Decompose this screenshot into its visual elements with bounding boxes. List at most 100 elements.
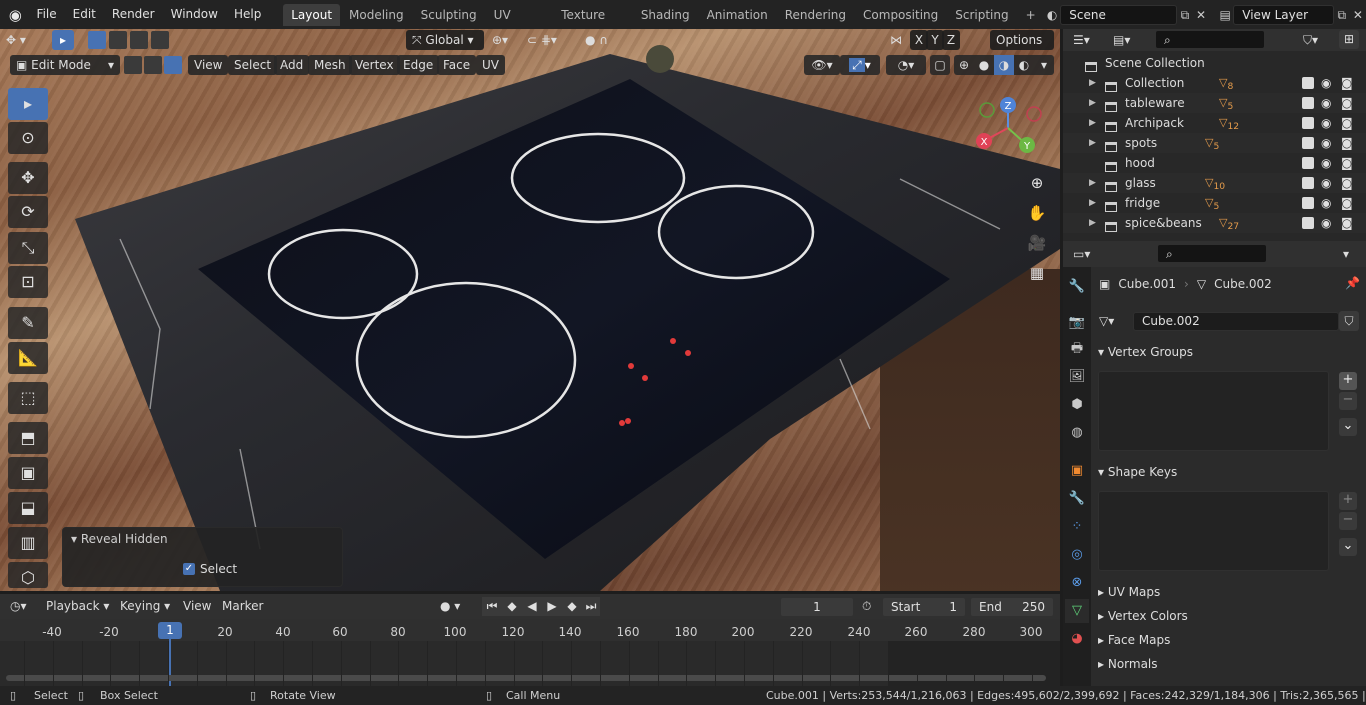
play-icon[interactable]: ▶ <box>542 597 562 616</box>
vertex-select-icon[interactable] <box>124 56 142 74</box>
overlay-toggle-icon[interactable]: ◔▾ <box>886 55 926 75</box>
zoom-icon[interactable]: ⊕ <box>1024 170 1050 196</box>
view-layer-icon[interactable]: ▤ <box>1217 5 1233 25</box>
vertex-groups-list[interactable] <box>1098 371 1329 451</box>
mirror-icon[interactable]: ⋈ <box>890 30 910 50</box>
eye-icon[interactable]: ◉ <box>1321 73 1331 93</box>
tab-shading[interactable]: Shading <box>633 4 698 26</box>
rendered-shading-icon[interactable]: ◐ <box>1014 55 1034 75</box>
tab-compositing[interactable]: Compositing <box>855 4 946 26</box>
modifier-tab-icon[interactable]: 🔧 <box>1065 487 1089 511</box>
wireframe-shading-icon[interactable]: ⊕ <box>954 55 974 75</box>
expand-arrow-icon[interactable]: ▶ <box>1089 93 1096 113</box>
edge-select-icon[interactable] <box>144 56 162 74</box>
select-subtract-icon[interactable] <box>130 31 148 49</box>
add-workspace-icon[interactable]: + <box>1018 4 1038 26</box>
tab-rendering[interactable]: Rendering <box>777 4 854 26</box>
new-view-layer-icon[interactable]: ⧉ <box>1334 5 1350 25</box>
outliner-row[interactable]: ▶ tableware ▽5 ◉ ◙ <box>1063 93 1366 113</box>
mesh-browse-icon[interactable]: ▽▾ <box>1099 314 1129 328</box>
current-frame-field[interactable]: 1 <box>780 597 854 617</box>
menu-edit[interactable]: Edit <box>65 0 104 29</box>
shading-options-icon[interactable]: ▾ <box>1034 55 1054 75</box>
material-tab-icon[interactable]: ◕ <box>1065 627 1089 651</box>
pan-hand-icon[interactable]: ✋ <box>1024 200 1050 226</box>
vertex-groups-header[interactable]: ▾ Vertex Groups <box>1098 341 1193 363</box>
cursor-tool-icon[interactable]: ⊙ <box>8 122 48 154</box>
uv-menu[interactable]: UV <box>476 55 505 75</box>
tab-uv-editing[interactable]: UV Editing <box>486 4 553 44</box>
mesh-menu[interactable]: Mesh <box>308 55 352 75</box>
editor-type-clock-icon[interactable]: ◷▾ <box>10 597 40 616</box>
outliner-row[interactable]: ▶ Archipack ▽12 ◉ ◙ <box>1063 113 1366 133</box>
exclude-checkbox[interactable] <box>1302 117 1314 129</box>
gizmo-neg-y[interactable] <box>979 102 995 118</box>
timeline-view-menu[interactable]: View <box>183 597 211 616</box>
move-tool-icon[interactable]: ✥ <box>8 162 48 194</box>
playback-menu[interactable]: Playback ▾ <box>46 597 109 616</box>
particles-tab-icon[interactable]: ⁘ <box>1065 515 1089 539</box>
camera-icon[interactable]: ◙ <box>1341 93 1353 113</box>
camera-view-icon[interactable]: 🎥 <box>1024 230 1050 256</box>
constraints-tab-icon[interactable]: ⊗ <box>1065 571 1089 595</box>
exclude-checkbox[interactable] <box>1302 137 1314 149</box>
inset-tool-icon[interactable]: ▣ <box>8 457 48 489</box>
display-mode-icon[interactable]: ▤▾ <box>1113 31 1130 49</box>
tool-tab-icon[interactable]: 🔧 <box>1065 275 1089 299</box>
vertex-menu[interactable]: Vertex <box>349 55 400 75</box>
normals-header[interactable]: ▸ Normals <box>1098 653 1158 675</box>
mirror-z-button[interactable]: Z <box>942 30 960 50</box>
object-tab-icon[interactable]: ▣ <box>1065 459 1089 483</box>
end-frame-field[interactable]: End 250 <box>970 597 1054 617</box>
outliner-row-scene-collection[interactable]: Scene Collection <box>1063 53 1366 73</box>
menu-file[interactable]: File <box>29 0 65 29</box>
face-select-icon[interactable] <box>164 56 182 74</box>
vertex-group-specials-icon[interactable]: ⌄ <box>1339 418 1357 436</box>
select-tool-icon[interactable]: ▸ <box>52 30 74 50</box>
start-frame-field[interactable]: Start 1 <box>882 597 966 617</box>
next-keyframe-icon[interactable]: ◆ <box>562 597 582 616</box>
scale-tool-icon[interactable]: ⤡ <box>8 232 48 264</box>
view-layer-tab-icon[interactable]: 🖼 <box>1065 365 1089 389</box>
exclude-checkbox[interactable] <box>1302 217 1314 229</box>
exclude-checkbox[interactable] <box>1302 97 1314 109</box>
edge-menu[interactable]: Edge <box>397 55 440 75</box>
eye-icon[interactable]: ◉ <box>1321 173 1331 193</box>
shape-keys-list[interactable] <box>1098 491 1329 571</box>
select-checkbox[interactable]: ✓ <box>183 563 195 575</box>
pivot-point-icon[interactable]: ⊕▾ <box>492 30 522 50</box>
gizmo-neg-x[interactable] <box>1026 106 1042 122</box>
visibility-dropdown-icon[interactable]: 👁▾ <box>804 55 840 75</box>
expand-arrow-icon[interactable]: ▶ <box>1089 73 1096 93</box>
outliner-row[interactable]: ▶ fridge ▽5 ◉ ◙ <box>1063 193 1366 213</box>
menu-render[interactable]: Render <box>104 0 163 29</box>
transform-tool-icon[interactable]: ⊡ <box>8 266 48 298</box>
fake-user-shield-icon[interactable]: ⛉ <box>1339 311 1359 331</box>
measure-tool-icon[interactable]: 📐 <box>8 342 48 374</box>
playhead-frame-label[interactable]: 1 <box>158 622 182 639</box>
expand-arrow-icon[interactable]: ▶ <box>1089 113 1096 133</box>
timeline-area[interactable]: 1 -40 -20 20 40 60 80 100 120 140 160 180 200 220 240… <box>0 619 1060 686</box>
camera-icon[interactable]: ◙ <box>1341 213 1353 233</box>
redo-panel-header[interactable]: ▾ Reveal Hidden <box>71 532 168 546</box>
camera-icon[interactable]: ◙ <box>1341 153 1353 173</box>
rotate-tool-icon[interactable]: ⟳ <box>8 196 48 228</box>
new-scene-icon[interactable]: ⧉ <box>1177 5 1193 25</box>
uv-maps-header[interactable]: ▸ UV Maps <box>1098 581 1160 603</box>
add-shape-key-icon[interactable]: + <box>1339 492 1357 510</box>
outliner-row[interactable]: ▶ glass ▽10 ◉ ◙ <box>1063 173 1366 193</box>
shape-keys-header[interactable]: ▾ Shape Keys <box>1098 461 1177 483</box>
eye-icon[interactable]: ◉ <box>1321 133 1331 153</box>
preview-range-icon[interactable]: ⏱ <box>862 597 871 616</box>
jump-end-icon[interactable]: ⏭ <box>582 597 600 616</box>
tab-modeling[interactable]: Modeling <box>341 4 412 26</box>
delete-scene-icon[interactable]: ✕ <box>1193 5 1209 25</box>
tab-animation[interactable]: Animation <box>699 4 776 26</box>
properties-editor-icon[interactable]: ▭▾ <box>1073 245 1090 263</box>
filter-icon[interactable]: ⛉▾ <box>1303 31 1318 49</box>
menu-help[interactable]: Help <box>226 0 269 29</box>
eye-icon[interactable]: ◉ <box>1321 153 1331 173</box>
properties-search-input[interactable]: ⌕ <box>1157 244 1267 263</box>
snap-icon[interactable]: ⊂ ⋕▾ <box>527 30 577 50</box>
exclude-checkbox[interactable] <box>1302 157 1314 169</box>
